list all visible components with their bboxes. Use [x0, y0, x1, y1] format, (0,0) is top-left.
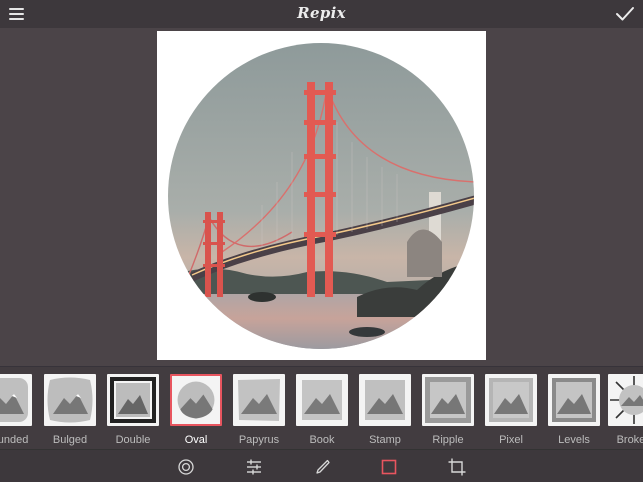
frame-strip: Rounded Bulged Double Oval Papyrus Book: [0, 366, 643, 449]
crop-icon[interactable]: [447, 457, 467, 477]
frame-thumb-double: [107, 374, 159, 426]
checkmark-icon[interactable]: [615, 5, 635, 23]
frame-option-bulged[interactable]: Bulged: [40, 374, 100, 446]
frame-thumb-broken: [608, 374, 643, 426]
photo-card: [157, 31, 486, 360]
brush-icon[interactable]: [312, 457, 332, 477]
top-bar: Repix: [0, 0, 643, 28]
frame-option-oval[interactable]: Oval: [166, 374, 226, 446]
frame-option-double[interactable]: Double: [103, 374, 163, 446]
editor-canvas: [0, 28, 643, 366]
frame-thumb-oval: [170, 374, 222, 426]
frame-option-ripple[interactable]: Ripple: [418, 374, 478, 446]
aperture-icon[interactable]: [176, 457, 196, 477]
app-title: Repix: [297, 4, 346, 22]
frame-option-papyrus[interactable]: Papyrus: [229, 374, 289, 446]
frame-thumb-book: [296, 374, 348, 426]
frame-thumb-ripple: [422, 374, 474, 426]
frame-thumb-pixel: [485, 374, 537, 426]
frame-thumb-bulged: [44, 374, 96, 426]
frame-option-book[interactable]: Book: [292, 374, 352, 446]
frame-thumb-stamp: [359, 374, 411, 426]
bridge-photo: [168, 43, 474, 349]
frame-icon[interactable]: [379, 457, 399, 477]
bottom-toolbar: [0, 449, 643, 482]
frame-thumb-papyrus: [233, 374, 285, 426]
frame-thumb-levels: [548, 374, 600, 426]
frame-option-stamp[interactable]: Stamp: [355, 374, 415, 446]
frame-thumb-rounded: [0, 374, 32, 426]
sliders-icon[interactable]: [244, 457, 264, 477]
frame-option-pixel[interactable]: Pixel: [481, 374, 541, 446]
frame-option-broken[interactable]: Broken: [604, 374, 643, 446]
